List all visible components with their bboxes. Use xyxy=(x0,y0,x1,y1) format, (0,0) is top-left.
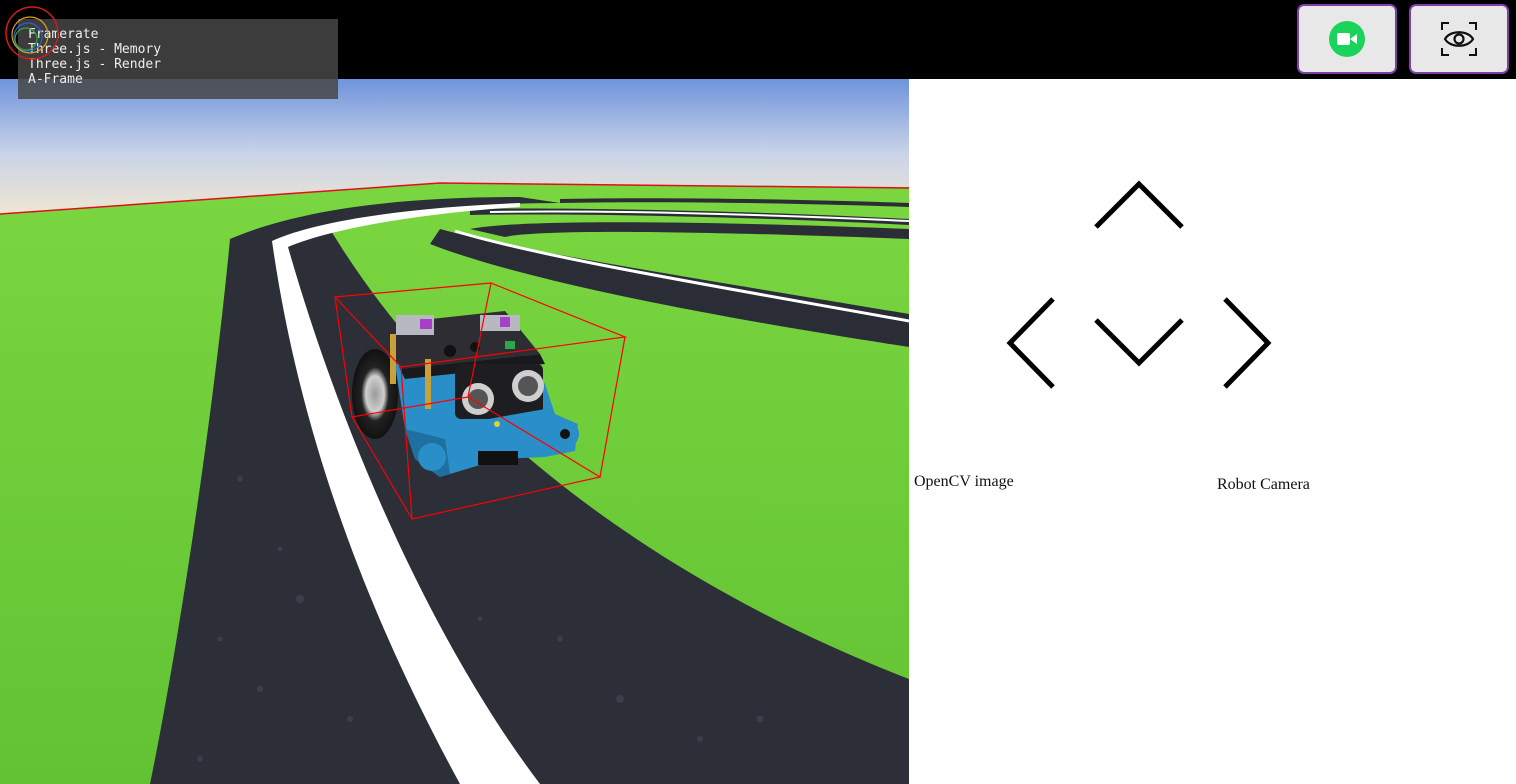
robot-camera-label: Robot Camera xyxy=(1217,476,1310,493)
stats-rings-icon xyxy=(5,6,59,60)
view-toggle-button[interactable] xyxy=(1409,4,1509,74)
turn-left-button[interactable] xyxy=(1000,295,1060,391)
eye-icon xyxy=(1441,22,1477,56)
chevron-right-icon xyxy=(1223,297,1272,389)
chevron-left-icon xyxy=(1006,297,1055,389)
chevron-up-icon xyxy=(1094,180,1184,229)
stats-panel: Framerate Three.js - Memory Three.js - R… xyxy=(5,6,338,99)
stats-row-aframe: A-Frame xyxy=(28,72,83,87)
simulation-scene-canvas xyxy=(0,79,909,784)
move-forward-button[interactable] xyxy=(1090,175,1188,235)
simulation-viewport[interactable] xyxy=(0,79,909,784)
turn-right-button[interactable] xyxy=(1218,295,1278,391)
chevron-down-icon xyxy=(1094,318,1184,367)
move-backward-button[interactable] xyxy=(1090,312,1188,372)
video-camera-icon xyxy=(1329,21,1365,57)
opencv-image-label: OpenCV image xyxy=(914,473,1014,490)
record-button[interactable] xyxy=(1297,4,1397,74)
